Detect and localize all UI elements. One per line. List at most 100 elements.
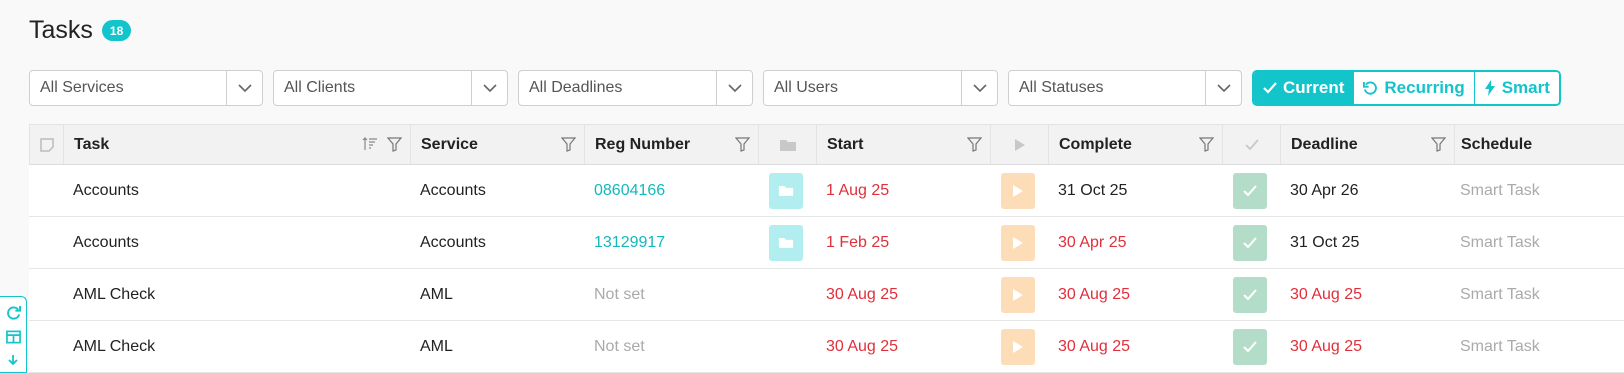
services-filter-value: All Services xyxy=(40,79,124,96)
table-row[interactable]: AML Check AML Not set 30 Aug 25 30 Aug 2… xyxy=(29,269,1624,321)
row-checkbox[interactable] xyxy=(29,269,63,320)
reg-number-link[interactable]: 08604166 xyxy=(584,182,665,200)
chevron-down-icon[interactable] xyxy=(1205,71,1241,105)
task-name: Accounts xyxy=(73,181,139,199)
chevron-down-icon[interactable] xyxy=(961,71,997,105)
tasks-table: Task Service Reg Number Start Complete D… xyxy=(29,124,1624,373)
start-cell: 1 Aug 25 xyxy=(816,165,990,216)
column-folder xyxy=(759,125,817,164)
folder-cell xyxy=(758,165,816,216)
refresh-icon[interactable] xyxy=(6,301,21,325)
folder-button[interactable] xyxy=(769,172,803,209)
folder-button[interactable] xyxy=(769,224,803,261)
start-cell: 30 Aug 25 xyxy=(816,321,990,372)
chevron-down-icon[interactable] xyxy=(716,71,752,105)
column-reg-number[interactable]: Reg Number xyxy=(585,125,759,164)
users-filter[interactable]: All Users xyxy=(763,70,998,106)
clients-filter[interactable]: All Clients xyxy=(273,70,508,106)
complete-task-button[interactable] xyxy=(1233,328,1267,365)
refresh-icon xyxy=(1363,81,1378,95)
sort-icon[interactable] xyxy=(362,137,378,156)
schedule-cell: Smart Task xyxy=(1454,321,1623,372)
play-icon xyxy=(1013,236,1023,249)
arrow-down-icon[interactable] xyxy=(7,348,19,372)
view-toggle: Current Recurring Smart xyxy=(1252,70,1561,106)
table-row[interactable]: Accounts Accounts 08604166 1 Aug 25 31 O… xyxy=(29,165,1624,217)
check-icon xyxy=(1243,288,1257,300)
play-cell xyxy=(990,321,1048,372)
filter-icon[interactable] xyxy=(966,137,983,157)
task-name: AML Check xyxy=(73,337,156,355)
column-start[interactable]: Start xyxy=(817,125,991,164)
start-task-button[interactable] xyxy=(1001,172,1035,209)
start-date: 30 Aug 25 xyxy=(826,337,899,355)
start-date: 1 Aug 25 xyxy=(826,181,890,199)
column-complete-label: Complete xyxy=(1059,135,1132,153)
schedule-cell: Smart Task xyxy=(1454,165,1623,216)
folder-cell xyxy=(758,269,816,320)
folder-icon xyxy=(779,139,796,151)
service-name: Accounts xyxy=(420,181,486,199)
folder-icon xyxy=(778,238,794,248)
reg-number-cell[interactable]: 13129917 xyxy=(584,217,758,268)
current-view-button[interactable]: Current xyxy=(1254,72,1354,104)
recurring-view-button[interactable]: Recurring xyxy=(1353,72,1474,104)
select-all-checkbox[interactable] xyxy=(30,125,64,164)
column-deadline[interactable]: Deadline xyxy=(1281,125,1455,164)
services-filter[interactable]: All Services xyxy=(29,70,263,106)
filter-icon[interactable] xyxy=(1430,137,1447,157)
filter-icon[interactable] xyxy=(386,137,403,157)
start-task-button[interactable] xyxy=(1001,276,1035,313)
row-checkbox[interactable] xyxy=(29,217,63,268)
column-schedule[interactable]: Schedule xyxy=(1455,125,1624,164)
reg-number-cell: Not set xyxy=(584,321,758,372)
column-service-label: Service xyxy=(421,135,478,153)
task-name: AML Check xyxy=(73,285,156,303)
start-cell: 1 Feb 25 xyxy=(816,217,990,268)
column-task[interactable]: Task xyxy=(64,125,411,164)
start-cell: 30 Aug 25 xyxy=(816,269,990,320)
complete-task-button[interactable] xyxy=(1233,224,1267,261)
deadline-cell: 30 Apr 26 xyxy=(1280,165,1454,216)
column-play xyxy=(991,125,1049,164)
reg-number-link[interactable]: 13129917 xyxy=(584,234,665,252)
check-icon xyxy=(1243,340,1257,352)
complete-date: 30 Aug 25 xyxy=(1058,285,1131,303)
users-filter-value: All Users xyxy=(774,79,839,96)
reg-number-cell[interactable]: 08604166 xyxy=(584,165,758,216)
chevron-down-icon[interactable] xyxy=(471,71,507,105)
task-cell[interactable]: Accounts xyxy=(63,217,410,268)
filter-bar: All Services All Clients All Deadlines A… xyxy=(29,70,1561,106)
column-complete[interactable]: Complete xyxy=(1049,125,1223,164)
deadlines-filter[interactable]: All Deadlines xyxy=(518,70,753,106)
lightning-icon xyxy=(1484,80,1495,96)
complete-task-button[interactable] xyxy=(1233,172,1267,209)
statuses-filter[interactable]: All Statuses xyxy=(1008,70,1242,106)
chevron-down-icon[interactable] xyxy=(226,71,262,105)
deadlines-filter-value: All Deadlines xyxy=(529,79,623,96)
layout-icon[interactable] xyxy=(5,325,21,349)
check-cell xyxy=(1222,217,1280,268)
service-name: Accounts xyxy=(420,233,486,251)
start-task-button[interactable] xyxy=(1001,328,1035,365)
task-cell[interactable]: Accounts xyxy=(63,165,410,216)
table-row[interactable]: Accounts Accounts 13129917 1 Feb 25 30 A… xyxy=(29,217,1624,269)
complete-cell: 31 Oct 25 xyxy=(1048,165,1222,216)
filter-icon[interactable] xyxy=(560,137,577,157)
filter-icon[interactable] xyxy=(1198,137,1215,157)
task-cell[interactable]: AML Check xyxy=(63,321,410,372)
complete-task-button[interactable] xyxy=(1233,276,1267,313)
column-schedule-label: Schedule xyxy=(1461,135,1533,153)
column-task-label: Task xyxy=(74,135,110,153)
row-checkbox[interactable] xyxy=(29,165,63,216)
statuses-filter-value: All Statuses xyxy=(1019,79,1104,96)
table-row[interactable]: AML Check AML Not set 30 Aug 25 30 Aug 2… xyxy=(29,321,1624,373)
column-service[interactable]: Service xyxy=(411,125,585,164)
table-header: Task Service Reg Number Start Complete D… xyxy=(29,124,1624,165)
filter-icon[interactable] xyxy=(734,137,751,157)
smart-view-button[interactable]: Smart xyxy=(1473,72,1559,104)
row-checkbox[interactable] xyxy=(29,321,63,372)
task-cell[interactable]: AML Check xyxy=(63,269,410,320)
start-task-button[interactable] xyxy=(1001,224,1035,261)
deadline-date: 30 Apr 26 xyxy=(1290,181,1359,199)
